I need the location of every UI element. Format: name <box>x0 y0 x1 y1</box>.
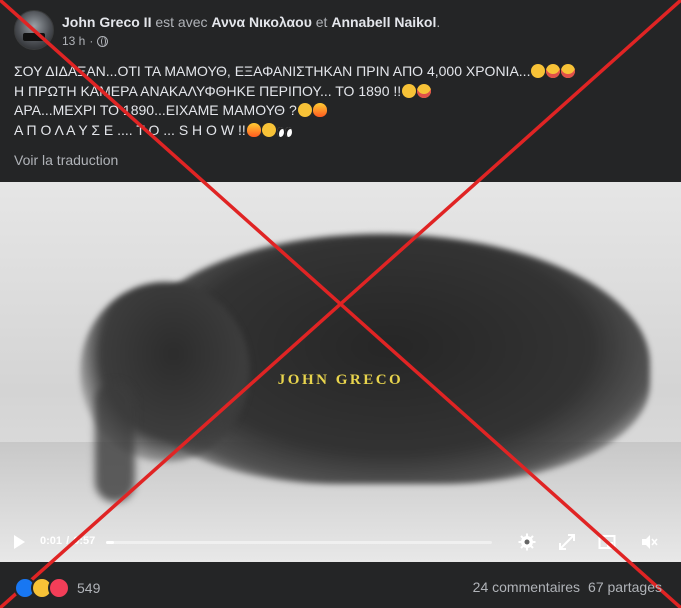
pip-icon[interactable] <box>598 533 616 551</box>
settings-icon[interactable] <box>518 533 536 551</box>
tongue-emoji-icon <box>561 64 576 78</box>
wink-emoji-icon <box>297 103 312 117</box>
tongue-emoji-icon <box>546 64 561 78</box>
post-line-2: Η ΠΡΩΤΗ ΚΑΜΕΡΑ ΑΝΑΚΑΛΥΦΘΗΚΕ ΠΕΡΙΠΟΥ... Τ… <box>14 82 664 102</box>
with-text: est avec <box>155 14 208 30</box>
video-time: 0:01 / 0:57 <box>40 535 95 547</box>
post-meta: 13 h · <box>62 34 109 48</box>
time-separator: / <box>66 535 70 547</box>
author-line: John Greco II est avec Αννα Νικολαου et … <box>62 14 440 30</box>
eyes-emoji-icon <box>276 126 284 137</box>
comments-count[interactable]: 24 commentaires <box>473 579 580 595</box>
play-icon[interactable] <box>14 535 25 549</box>
period: . <box>436 14 441 30</box>
and-text: et <box>315 14 328 30</box>
post-line-3-text: ΑΡΑ...ΜΕΧΡΙ ΤΟ 1890...ΕΙΧΑΜΕ ΜΑΜΟΥΘ ? <box>14 102 297 118</box>
fire-emoji-icon <box>246 122 261 137</box>
video-watermark: JOHN GRECO <box>277 372 404 388</box>
reactions-bar[interactable]: 549 <box>14 577 100 599</box>
expand-icon[interactable] <box>558 533 576 551</box>
post-line-4: Α Π Ο Λ Α Υ Σ Ε .... Τ Ο ... S H O W !! <box>14 121 664 141</box>
fire-emoji-icon <box>312 103 327 117</box>
post-text: ΣΟΥ ΔΙΔΑΞΑΝ...ΟΤΙ ΤΑ ΜΑΜΟΥΘ, ΕΞΑΦΑΝΙΣΤΗΚ… <box>14 62 664 140</box>
progress-fill <box>106 541 114 544</box>
post-line-1-text: ΣΟΥ ΔΙΔΑΞΑΝ...ΟΤΙ ΤΑ ΜΑΜΟΥΘ, ΕΞΑΦΑΝΙΣΤΗΚ… <box>14 63 531 79</box>
video-player[interactable]: JOHN GRECO 0:01 / 0:57 <box>0 182 681 562</box>
author-name[interactable]: John Greco II <box>62 14 151 30</box>
video-controls: 0:01 / 0:57 <box>0 522 681 562</box>
post-line-4-text: Α Π Ο Λ Α Υ Σ Ε .... Τ Ο ... S H O W !! <box>14 121 246 138</box>
tagged-user-2[interactable]: Annabell Naikol <box>331 14 436 30</box>
eyes-emoji-icon <box>284 126 292 137</box>
avatar[interactable] <box>14 10 54 50</box>
see-translation-link[interactable]: Voir la traduction <box>14 152 118 168</box>
progress-bar[interactable] <box>106 541 492 544</box>
tagged-user-1[interactable]: Αννα Νικολαου <box>211 14 311 30</box>
duration: 0:57 <box>73 535 96 547</box>
post-header: John Greco II est avec Αννα Νικολαου et … <box>14 8 674 50</box>
post-line-3: ΑΡΑ...ΜΕΧΡΙ ΤΟ 1890...ΕΙΧΑΜΕ ΜΑΜΟΥΘ ? <box>14 101 664 121</box>
post-line-1: ΣΟΥ ΔΙΔΑΞΑΝ...ΟΤΙ ΤΑ ΜΑΜΟΥΘ, ΕΞΑΦΑΝΙΣΤΗΚ… <box>14 62 664 82</box>
tongue-emoji-icon <box>417 83 432 98</box>
post-time[interactable]: 13 h <box>62 34 85 48</box>
thinking-emoji-icon <box>531 64 546 78</box>
thinking-emoji-icon <box>402 83 417 98</box>
avatar-image <box>23 33 45 41</box>
mammoth-trunk-image <box>95 382 135 502</box>
love-icon <box>48 577 70 599</box>
current-time: 0:01 <box>40 535 63 547</box>
shares-count[interactable]: 67 partages <box>588 579 662 595</box>
post-stats: 24 commentaires 67 partages <box>473 579 662 595</box>
volume-icon[interactable] <box>640 533 658 551</box>
wink-emoji-icon <box>261 122 276 137</box>
reaction-count[interactable]: 549 <box>77 580 100 596</box>
globe-icon <box>97 35 109 47</box>
post-line-2-text: Η ΠΡΩΤΗ ΚΑΜΕΡΑ ΑΝΑΚΑΛΥΦΘΗΚΕ ΠΕΡΙΠΟΥ... Τ… <box>14 82 402 99</box>
meta-separator: · <box>89 34 94 48</box>
